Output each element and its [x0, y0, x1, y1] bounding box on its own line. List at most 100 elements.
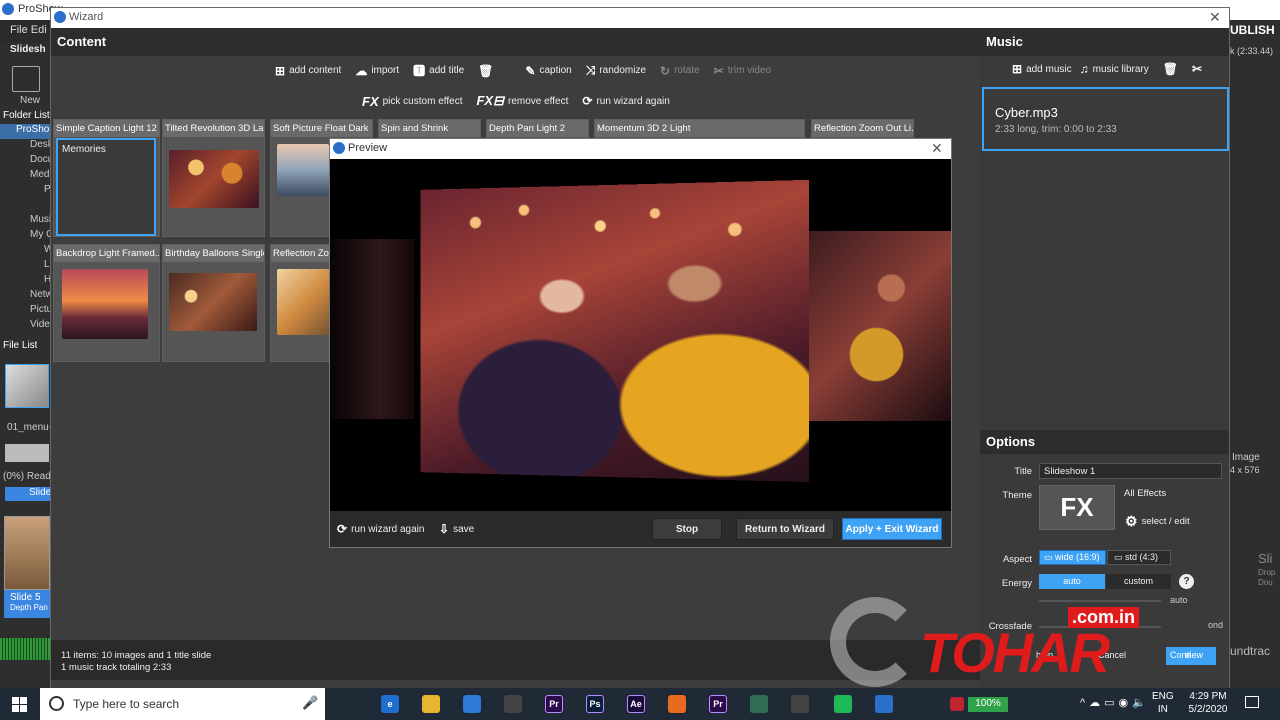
- aspect-wide-button[interactable]: ▭ wide (16:9): [1039, 550, 1106, 565]
- energy-custom-button[interactable]: custom: [1106, 574, 1171, 589]
- language-indicator[interactable]: ENG IN: [1152, 690, 1174, 716]
- music-library-button[interactable]: ♫ music library: [1080, 62, 1149, 76]
- file-thumbnail[interactable]: [5, 444, 49, 462]
- clock[interactable]: 4:29 PM 5/2/2020: [1183, 690, 1233, 716]
- preview-logo-icon: [333, 142, 345, 154]
- tree-item[interactable]: Docu: [0, 154, 50, 169]
- slide-image: [169, 273, 257, 331]
- notifications-icon[interactable]: [1245, 696, 1259, 708]
- save-button[interactable]: ⇩ save: [439, 522, 474, 536]
- tree-item[interactable]: Netw: [0, 289, 50, 304]
- tree-item[interactable]: P: [0, 184, 50, 199]
- energy-auto-button[interactable]: auto: [1039, 574, 1105, 589]
- content-toolbar-row2: FX pick custom effect FX⊟ remove effect ⟳ r…: [362, 93, 670, 109]
- slide-thumbnail[interactable]: [4, 516, 50, 590]
- slide5-box[interactable]: Slide 5 Depth Pan: [4, 590, 50, 618]
- store-icon[interactable]: [504, 695, 522, 713]
- tree-item[interactable]: My C: [0, 229, 50, 244]
- randomize-button[interactable]: ⤨ randomize: [586, 62, 646, 79]
- slide-card[interactable]: Spin and Shrink: [378, 119, 481, 139]
- photoshop-icon[interactable]: Ps: [586, 695, 604, 713]
- music-track[interactable]: Cyber.mp3 2:33 long, trim: 0:00 to 2:33: [982, 87, 1229, 151]
- music-note-icon: ♫: [1079, 62, 1089, 76]
- return-to-wizard-button[interactable]: Return to Wizard: [736, 518, 834, 540]
- proshow-icon[interactable]: [875, 695, 893, 713]
- slide-card[interactable]: Tilted Revolution 3D La...: [162, 119, 265, 237]
- premiere-icon[interactable]: Pr: [545, 695, 563, 713]
- theme-fx-thumbnail[interactable]: FX: [1039, 485, 1115, 530]
- tree-item[interactable]: W: [0, 244, 50, 259]
- tree-item[interactable]: Medi: [0, 169, 50, 184]
- mail-icon[interactable]: [463, 695, 481, 713]
- title-input[interactable]: Slideshow 1: [1039, 463, 1222, 479]
- preview-photo: [420, 179, 809, 483]
- help-icon[interactable]: ?: [1179, 574, 1194, 589]
- slide-effect-label: Spin and Shrink: [379, 120, 480, 137]
- task-view-icon[interactable]: [340, 695, 358, 713]
- add-music-button[interactable]: ⊞ add music: [1012, 62, 1072, 76]
- slide-card[interactable]: Simple Caption Light 12 Memories: [53, 119, 160, 237]
- video-player-icon[interactable]: [791, 695, 809, 713]
- tree-item[interactable]: Vide: [0, 319, 50, 334]
- spotify-icon[interactable]: [834, 695, 852, 713]
- slide-card[interactable]: Backdrop Light Framed...: [53, 244, 160, 362]
- firefox-icon[interactable]: [668, 695, 686, 713]
- wizard-close-icon[interactable]: ✕: [1209, 9, 1221, 26]
- app-menubar[interactable]: File Edi: [0, 20, 50, 42]
- right-drop: Drop: [1258, 568, 1276, 577]
- slide-card[interactable]: Momentum 3D 2 Light: [594, 119, 805, 139]
- run-wizard-again-button[interactable]: ⟳ run wizard again: [337, 522, 424, 536]
- add-content-button[interactable]: ⊞ add content: [275, 62, 341, 79]
- music-tools-button[interactable]: ✂: [1192, 62, 1202, 76]
- app-green-icon[interactable]: [750, 695, 768, 713]
- caption-button[interactable]: ✎ caption: [525, 62, 571, 79]
- slide-card[interactable]: Depth Pan Light 2: [486, 119, 589, 139]
- battery-indicator[interactable]: 100%: [968, 697, 1008, 712]
- new-slideshow-button[interactable]: [12, 66, 40, 92]
- preview-reflection-right: [802, 231, 951, 421]
- file-thumbnail[interactable]: [5, 364, 49, 408]
- publish-label[interactable]: UBLISH: [1230, 23, 1275, 37]
- preview-dialog: Preview ✕ ⟳ run wizard again ⇩ save Stop R…: [329, 138, 952, 548]
- slide-card[interactable]: Birthday Balloons Single: [162, 244, 265, 362]
- file-explorer-icon[interactable]: [422, 695, 440, 713]
- edge-icon[interactable]: e: [381, 695, 399, 713]
- title-label: Title: [1014, 466, 1032, 477]
- slide-card[interactable]: Reflection Zoom Out Li...: [811, 119, 914, 139]
- antivirus-tray-icon[interactable]: [950, 697, 964, 711]
- tree-item[interactable]: Desk: [0, 139, 50, 154]
- folder-tree[interactable]: ProSho Desk Docu Medi P Musi My C W L H …: [0, 124, 50, 334]
- premiere2-icon[interactable]: Pr: [709, 695, 727, 713]
- title-slide[interactable]: Memories: [56, 138, 156, 236]
- tools-icon: ✂: [713, 63, 724, 78]
- tree-item[interactable]: L: [0, 259, 50, 274]
- stop-button[interactable]: Stop: [652, 518, 722, 540]
- tree-item[interactable]: H: [0, 274, 50, 289]
- refresh-icon: ⟳: [582, 94, 593, 108]
- microphone-icon[interactable]: 🎤: [302, 695, 318, 711]
- delete-content-button[interactable]: 🗑: [478, 62, 493, 79]
- aspect-std-button[interactable]: ▭ std (4:3): [1107, 550, 1171, 565]
- tree-item[interactable]: Pictu: [0, 304, 50, 319]
- slide-tab[interactable]: Slide: [5, 487, 50, 501]
- after-effects-icon[interactable]: Ae: [627, 695, 645, 713]
- cloud-import-icon: ☁: [355, 63, 368, 78]
- pick-custom-effect-button[interactable]: FX pick custom effect: [362, 93, 462, 109]
- trim-video-button[interactable]: ✂ trim video: [714, 62, 771, 79]
- add-title-button[interactable]: 🆃add title: [413, 62, 464, 79]
- randomize-label: randomize: [599, 65, 647, 76]
- preview-close-icon[interactable]: ✕: [931, 140, 943, 157]
- import-button[interactable]: ☁ import: [355, 62, 399, 79]
- apply-exit-wizard-button[interactable]: Apply + Exit Wizard: [842, 518, 942, 540]
- remove-effect-button[interactable]: FX⊟ remove effect: [476, 93, 568, 109]
- tray-icons[interactable]: ^☁▭◉🔈: [1080, 696, 1150, 709]
- select-edit-button[interactable]: ⚙ select / edit: [1125, 513, 1190, 530]
- tree-item[interactable]: Musi: [0, 214, 50, 229]
- theme-label: Theme: [1002, 490, 1032, 501]
- rotate-button[interactable]: ↻ rotate: [660, 62, 700, 79]
- search-box[interactable]: Type here to search 🎤: [40, 688, 325, 720]
- run-wizard-again-button[interactable]: ⟳ run wizard again: [582, 93, 669, 109]
- start-button[interactable]: [12, 697, 27, 712]
- delete-music-button[interactable]: 🗑: [1163, 62, 1178, 76]
- tree-item[interactable]: ProSho: [0, 124, 50, 139]
